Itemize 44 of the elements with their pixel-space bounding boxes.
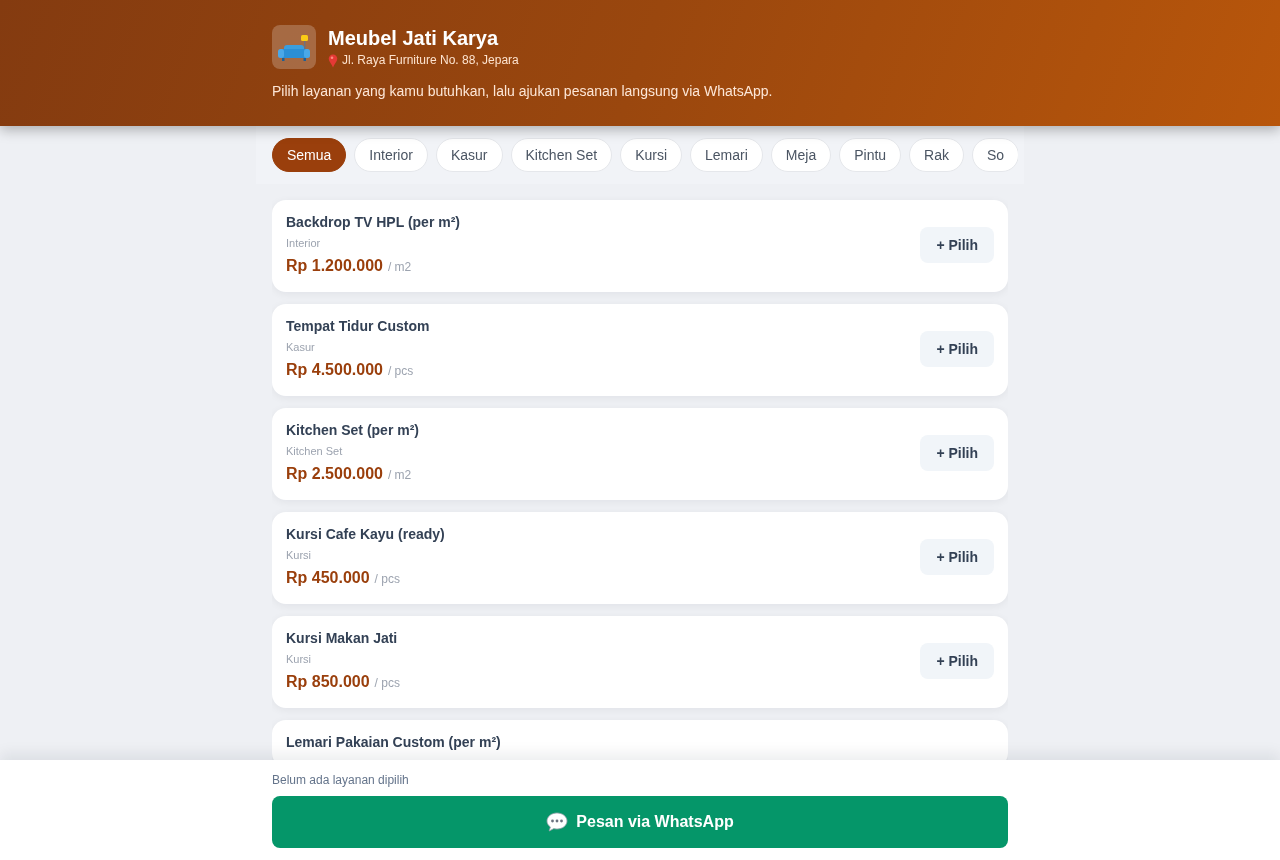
- shop-address: Jl. Raya Furniture No. 88, Jepara: [342, 53, 519, 68]
- category-chip[interactable]: Kasur: [435, 138, 503, 172]
- select-button[interactable]: + Pilih: [920, 643, 994, 679]
- category-chip[interactable]: Semua: [272, 138, 347, 172]
- service-name: Kursi Makan Jati: [286, 630, 399, 647]
- select-button[interactable]: + Pilih: [920, 331, 994, 367]
- location-pin-icon: [328, 53, 338, 68]
- category-chip[interactable]: Interior: [354, 138, 428, 172]
- select-button[interactable]: + Pilih: [920, 539, 994, 575]
- select-button[interactable]: + Pilih: [920, 227, 994, 263]
- category-chip[interactable]: Lemari: [690, 138, 763, 172]
- service-name: Kursi Cafe Kayu (ready): [286, 526, 445, 543]
- tagline-text: Pilih layanan yang kamu butuhkan, lalu ajukan pesanan langsung via WhatsApp.: [272, 82, 774, 100]
- category-chip[interactable]: So: [972, 138, 1018, 172]
- price-unit: / pcs: [387, 364, 414, 378]
- price-unit: / pcs: [374, 572, 400, 586]
- service-price: Rp 850.000: [286, 672, 370, 692]
- price-unit: / m2: [387, 260, 412, 274]
- service-price: Rp 450.000: [286, 568, 370, 588]
- service-name: Tempat Tidur Custom: [286, 318, 430, 335]
- speech-bubble-icon: [546, 812, 569, 832]
- category-chip[interactable]: Rak: [909, 138, 964, 172]
- shop-title: Meubel Jati Karya: [328, 26, 500, 50]
- whatsapp-order-button[interactable]: Pesan via WhatsApp: [272, 796, 1008, 848]
- select-button[interactable]: + Pilih: [920, 435, 994, 471]
- service-name: Kitchen Set (per m²): [286, 422, 419, 439]
- category-chip[interactable]: Kursi: [620, 138, 683, 172]
- service-category: Kursi: [286, 548, 313, 562]
- price-unit: / pcs: [374, 676, 400, 690]
- category-chip[interactable]: Meja: [770, 138, 832, 172]
- category-chip[interactable]: Pintu: [839, 138, 902, 172]
- service-category: Kursi: [286, 652, 313, 666]
- sofa-lamp-icon: [272, 25, 316, 69]
- service-category: Kitchen Set: [286, 444, 344, 458]
- service-category: Interior: [286, 236, 322, 250]
- service-price: Rp 2.500.000: [286, 464, 383, 484]
- price-unit: / m2: [387, 468, 412, 482]
- category-chip[interactable]: Kitchen Set: [510, 138, 613, 172]
- service-name: Lemari Pakaian Custom (per m²): [286, 734, 501, 751]
- service-price: Rp 1.200.000: [286, 256, 383, 276]
- service-price: Rp 4.500.000: [286, 360, 383, 380]
- selection-status: Belum ada layanan dipilih: [272, 772, 410, 788]
- service-name: Backdrop TV HPL (per m²): [286, 214, 460, 231]
- service-category: Kasur: [286, 340, 316, 354]
